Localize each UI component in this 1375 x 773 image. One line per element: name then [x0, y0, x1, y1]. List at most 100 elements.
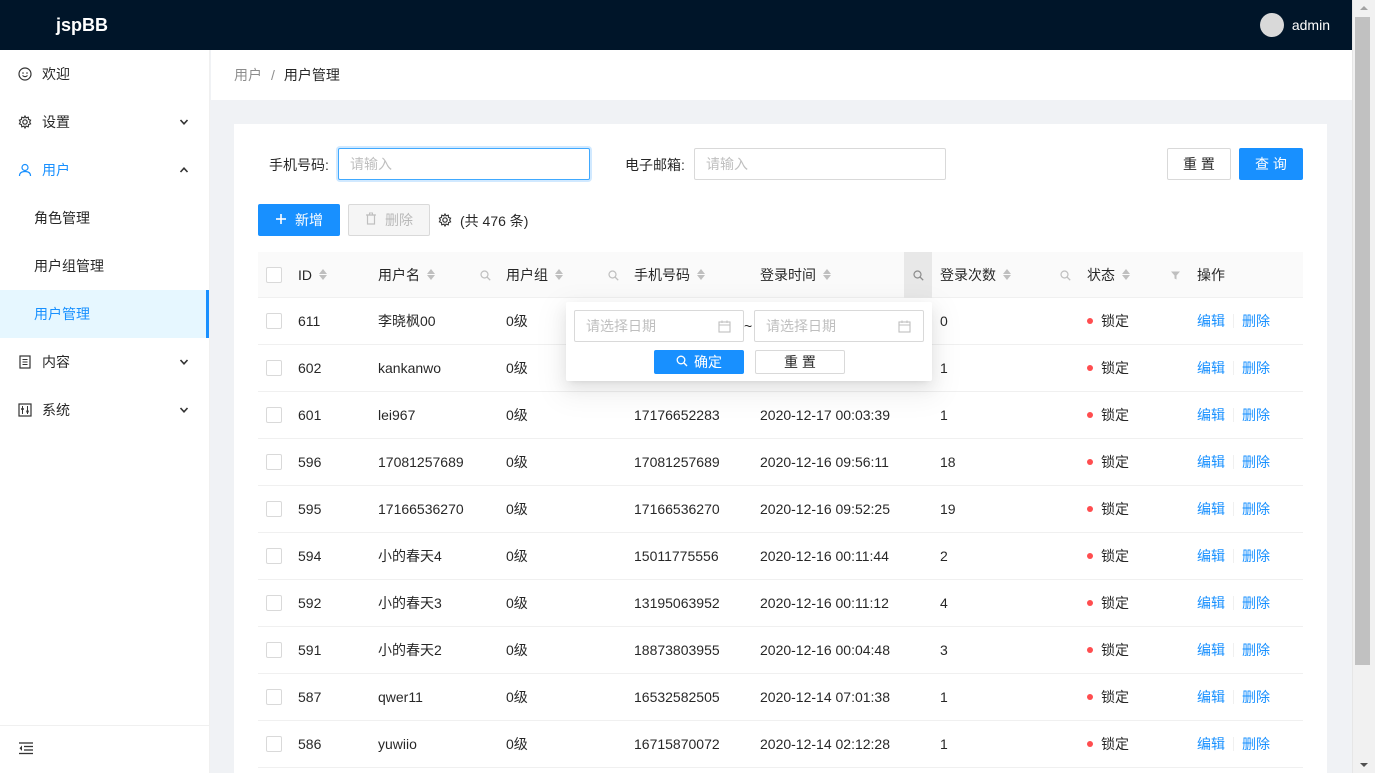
- sidebar-item-system[interactable]: 系统: [0, 386, 209, 434]
- search-filter-icon[interactable]: [599, 252, 627, 298]
- row-checkbox[interactable]: [266, 360, 282, 376]
- filter-icon[interactable]: [1161, 252, 1189, 298]
- sidebar-item-user-groups[interactable]: 用户组管理: [0, 242, 209, 290]
- phone-input[interactable]: [338, 148, 590, 180]
- delete-link[interactable]: 删除: [1242, 734, 1270, 754]
- avatar[interactable]: [1259, 13, 1284, 37]
- cell-username: kankanwo: [378, 360, 442, 376]
- edit-link[interactable]: 编辑: [1197, 546, 1225, 566]
- sidebar-collapse-button[interactable]: [0, 725, 210, 773]
- sidebar-item-user-management[interactable]: 用户管理: [0, 290, 209, 338]
- sidebar-item-roles[interactable]: 角色管理: [0, 194, 209, 242]
- row-checkbox[interactable]: [266, 689, 282, 705]
- search-form: 手机号码: 电子邮箱: 重 置 查 询: [234, 148, 1327, 180]
- sidebar-item-label: 内容: [42, 354, 70, 370]
- sidebar-item-welcome[interactable]: 欢迎: [0, 50, 209, 98]
- total-count: (共 476 条): [438, 211, 528, 231]
- edit-link[interactable]: 编辑: [1197, 405, 1225, 425]
- cell-id: 587: [298, 689, 322, 705]
- row-checkbox[interactable]: [266, 595, 282, 611]
- table-row: 591 小的春天2 0级 18873803955 2020-12-16 00:04:48…: [258, 627, 1303, 674]
- delete-link[interactable]: 删除: [1242, 687, 1270, 707]
- row-checkbox[interactable]: [266, 642, 282, 658]
- edit-link[interactable]: 编辑: [1197, 734, 1225, 754]
- table-header: ID 用户名 用户组 手机号码 登录时间 登录次数 状态 操作: [258, 252, 1303, 298]
- sidebar-item-users[interactable]: 用户: [0, 146, 209, 194]
- divider: [1233, 455, 1234, 469]
- edit-link[interactable]: 编辑: [1197, 499, 1225, 519]
- delete-link[interactable]: 删除: [1242, 593, 1270, 613]
- search-filter-icon[interactable]: [904, 252, 932, 298]
- status-text: 锁定: [1101, 736, 1129, 752]
- column-header-group[interactable]: 用户组: [506, 252, 563, 297]
- delete-button[interactable]: 删除: [348, 204, 430, 236]
- cell-login-count: 1: [940, 736, 948, 752]
- delete-link[interactable]: 删除: [1242, 311, 1270, 331]
- cell-phone: 17081257689: [634, 454, 720, 470]
- row-actions: 编辑 删除: [1197, 486, 1270, 532]
- column-header-actions: 操作: [1197, 266, 1225, 283]
- cell-phone: 16715870072: [634, 736, 720, 752]
- row-checkbox[interactable]: [266, 501, 282, 517]
- select-all-checkbox[interactable]: [266, 266, 282, 283]
- delete-link[interactable]: 删除: [1242, 452, 1270, 472]
- status-badge: 锁定: [1087, 392, 1129, 438]
- column-header-phone[interactable]: 手机号码: [634, 252, 705, 297]
- reset-button[interactable]: 重 置: [1167, 148, 1231, 180]
- edit-link[interactable]: 编辑: [1197, 452, 1225, 472]
- row-checkbox[interactable]: [266, 313, 282, 329]
- page-scrollbar[interactable]: [1352, 0, 1375, 773]
- delete-link[interactable]: 删除: [1242, 405, 1270, 425]
- column-title: 状态: [1087, 266, 1115, 283]
- confirm-filter-button[interactable]: 确定: [654, 350, 744, 374]
- search-button[interactable]: 查 询: [1239, 148, 1303, 180]
- status-badge: 锁定: [1087, 721, 1129, 767]
- search-filter-icon[interactable]: [471, 252, 499, 298]
- column-header-login-count[interactable]: 登录次数: [940, 252, 1011, 297]
- edit-link[interactable]: 编辑: [1197, 311, 1225, 331]
- row-checkbox[interactable]: [266, 548, 282, 564]
- username-label[interactable]: admin: [1292, 17, 1330, 33]
- edit-link[interactable]: 编辑: [1197, 640, 1225, 660]
- scroll-thumb[interactable]: [1355, 17, 1370, 665]
- cell-username: 小的春天4: [378, 548, 442, 564]
- date-filter-dropdown: 请选择日期 ~ 请选择日期 确定 重 置: [566, 302, 932, 381]
- row-actions: 编辑 删除: [1197, 627, 1270, 673]
- breadcrumb-separator: /: [271, 67, 275, 83]
- edit-link[interactable]: 编辑: [1197, 593, 1225, 613]
- end-date-picker[interactable]: 请选择日期: [754, 310, 924, 342]
- row-actions: 编辑 删除: [1197, 721, 1270, 767]
- delete-link[interactable]: 删除: [1242, 499, 1270, 519]
- column-header-status[interactable]: 状态: [1087, 252, 1130, 297]
- email-input[interactable]: [694, 148, 946, 180]
- sidebar-item-content[interactable]: 内容: [0, 338, 209, 386]
- start-date-picker[interactable]: 请选择日期: [574, 310, 744, 342]
- user-menu[interactable]: admin: [1259, 13, 1330, 37]
- column-header-login-time[interactable]: 登录时间: [760, 252, 831, 297]
- sidebar-item-settings[interactable]: 设置: [0, 98, 209, 146]
- setting-icon[interactable]: [438, 212, 452, 230]
- breadcrumb-parent[interactable]: 用户: [234, 65, 262, 85]
- column-header-username[interactable]: 用户名: [378, 252, 435, 297]
- row-checkbox[interactable]: [266, 407, 282, 423]
- cell-group: 0级: [506, 736, 528, 752]
- delete-link[interactable]: 删除: [1242, 546, 1270, 566]
- delete-link[interactable]: 删除: [1242, 640, 1270, 660]
- delete-link[interactable]: 删除: [1242, 358, 1270, 378]
- search-filter-icon[interactable]: [1051, 252, 1079, 298]
- row-checkbox[interactable]: [266, 454, 282, 470]
- edit-link[interactable]: 编辑: [1197, 687, 1225, 707]
- status-badge: 锁定: [1087, 439, 1129, 485]
- edit-link[interactable]: 编辑: [1197, 358, 1225, 378]
- scroll-up-arrow-icon[interactable]: [1353, 0, 1375, 16]
- column-title: 登录时间: [760, 266, 816, 283]
- row-checkbox[interactable]: [266, 736, 282, 752]
- app-logo[interactable]: jspBB: [56, 15, 108, 36]
- column-header-id[interactable]: ID: [298, 252, 327, 297]
- end-date-placeholder: 请选择日期: [766, 318, 836, 334]
- table-row: 586 yuwiio 0级 16715870072 2020-12-14 02:12:2…: [258, 721, 1303, 768]
- scroll-down-arrow-icon[interactable]: [1353, 757, 1375, 773]
- reset-filter-button[interactable]: 重 置: [755, 350, 845, 374]
- row-actions: 编辑 删除: [1197, 674, 1270, 720]
- add-button[interactable]: 新增: [258, 204, 340, 236]
